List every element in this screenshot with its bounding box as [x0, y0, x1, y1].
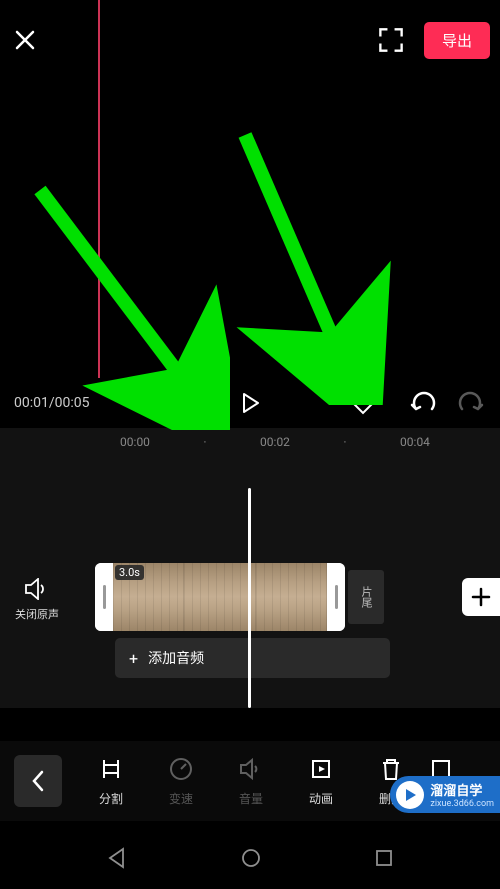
add-audio-button[interactable]: + 添加音频 [115, 638, 390, 678]
thumbnail [184, 563, 255, 631]
chevron-left-icon [31, 770, 45, 792]
timeline-area[interactable]: 00:00 · 00:02 · 00:04 关闭原声 3.0s 片尾 + 添加音… [0, 428, 500, 708]
plus-icon [471, 587, 491, 607]
undo-button[interactable] [410, 391, 438, 415]
tool-label: 音量 [239, 790, 263, 807]
plus-icon: + [129, 649, 138, 668]
watermark-logo-icon [396, 781, 424, 809]
animation-icon [308, 756, 334, 782]
play-button[interactable] [238, 391, 262, 415]
top-bar: 导出 [0, 15, 500, 65]
animation-tool[interactable]: 动画 [286, 756, 356, 807]
split-tool[interactable]: 分割 [76, 756, 146, 807]
current-time: 00:01 [14, 395, 49, 411]
close-button[interactable] [10, 25, 40, 55]
clip-duration-badge: 3.0s [115, 565, 144, 580]
add-audio-label: 添加音频 [148, 648, 204, 668]
ruler-tick: 00:02 [240, 435, 310, 449]
speed-icon [168, 756, 194, 782]
time-ruler: 00:00 · 00:02 · 00:04 [0, 428, 500, 456]
tool-label: 变速 [169, 790, 193, 807]
speed-tool[interactable]: 变速 [146, 756, 216, 807]
clip-trim-end[interactable] [327, 563, 345, 631]
top-right-group: 导出 [378, 22, 490, 59]
export-button[interactable]: 导出 [424, 22, 490, 59]
back-button[interactable] [14, 755, 62, 807]
nav-back-button[interactable] [106, 847, 128, 869]
mute-label: 关闭原声 [15, 606, 59, 622]
add-keyframe-button[interactable]: + [348, 390, 378, 416]
total-time: 00:05 [55, 395, 90, 411]
ruler-dot: · [170, 435, 240, 449]
tool-label: 动画 [309, 790, 333, 807]
ruler-tick: 00:04 [380, 435, 450, 449]
clip-thumbnails: 3.0s [113, 563, 327, 631]
watermark-url: zixue.3d66.com [430, 799, 494, 809]
volume-tool[interactable]: 音量 [216, 756, 286, 807]
playhead[interactable] [248, 488, 251, 708]
ruler-tick: 00:00 [100, 435, 170, 449]
fullscreen-button[interactable] [378, 27, 404, 53]
split-icon [98, 756, 124, 782]
system-nav-bar [0, 827, 500, 889]
thumbnail [256, 563, 327, 631]
nav-home-button[interactable] [240, 847, 262, 869]
speaker-icon [24, 578, 50, 600]
watermark-title: 溜溜自学 [430, 780, 494, 799]
redo-button[interactable] [456, 391, 484, 415]
tool-label: 分割 [99, 790, 123, 807]
ruler-dot: · [310, 435, 380, 449]
video-clip[interactable]: 3.0s [95, 563, 345, 631]
tail-clip[interactable]: 片尾 [348, 570, 384, 624]
add-clip-button[interactable] [462, 578, 500, 616]
time-display: 00:01/00:05 [14, 395, 90, 411]
close-icon [14, 29, 36, 51]
player-controls: 00:01/00:05 + [0, 378, 500, 428]
watermark-badge: 溜溜自学 zixue.3d66.com [390, 776, 500, 813]
clip-trim-start[interactable] [95, 563, 113, 631]
nav-recent-button[interactable] [374, 848, 394, 868]
mute-original-button[interactable]: 关闭原声 [15, 578, 59, 622]
volume-icon [238, 756, 264, 782]
